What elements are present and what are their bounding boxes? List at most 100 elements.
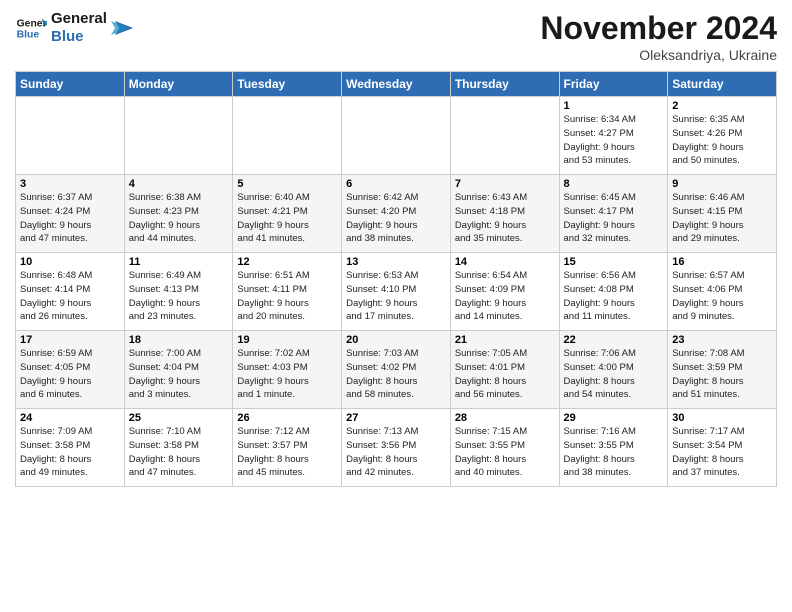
day-number: 23 <box>672 334 772 346</box>
calendar-cell: 20Sunrise: 7:03 AM Sunset: 4:02 PM Dayli… <box>342 331 451 409</box>
week-row-5: 24Sunrise: 7:09 AM Sunset: 3:58 PM Dayli… <box>16 409 777 487</box>
day-detail: Sunrise: 6:49 AM Sunset: 4:13 PM Dayligh… <box>129 269 229 324</box>
day-detail: Sunrise: 6:53 AM Sunset: 4:10 PM Dayligh… <box>346 269 446 324</box>
day-number: 27 <box>346 412 446 424</box>
day-number: 22 <box>564 334 664 346</box>
day-detail: Sunrise: 7:17 AM Sunset: 3:54 PM Dayligh… <box>672 425 772 480</box>
day-number: 1 <box>564 100 664 112</box>
day-number: 29 <box>564 412 664 424</box>
day-detail: Sunrise: 7:10 AM Sunset: 3:58 PM Dayligh… <box>129 425 229 480</box>
calendar-cell: 24Sunrise: 7:09 AM Sunset: 3:58 PM Dayli… <box>16 409 125 487</box>
day-number: 2 <box>672 100 772 112</box>
month-title: November 2024 <box>540 10 777 47</box>
calendar-cell <box>124 97 233 175</box>
day-number: 9 <box>672 178 772 190</box>
logo-general: General <box>51 10 107 28</box>
day-number: 4 <box>129 178 229 190</box>
day-detail: Sunrise: 6:46 AM Sunset: 4:15 PM Dayligh… <box>672 191 772 246</box>
day-detail: Sunrise: 7:12 AM Sunset: 3:57 PM Dayligh… <box>237 425 337 480</box>
week-row-3: 10Sunrise: 6:48 AM Sunset: 4:14 PM Dayli… <box>16 253 777 331</box>
day-detail: Sunrise: 6:56 AM Sunset: 4:08 PM Dayligh… <box>564 269 664 324</box>
day-detail: Sunrise: 6:37 AM Sunset: 4:24 PM Dayligh… <box>20 191 120 246</box>
day-number: 8 <box>564 178 664 190</box>
calendar-cell: 6Sunrise: 6:42 AM Sunset: 4:20 PM Daylig… <box>342 175 451 253</box>
day-number: 20 <box>346 334 446 346</box>
calendar-cell: 8Sunrise: 6:45 AM Sunset: 4:17 PM Daylig… <box>559 175 668 253</box>
calendar-cell: 3Sunrise: 6:37 AM Sunset: 4:24 PM Daylig… <box>16 175 125 253</box>
day-detail: Sunrise: 6:34 AM Sunset: 4:27 PM Dayligh… <box>564 113 664 168</box>
day-detail: Sunrise: 6:40 AM Sunset: 4:21 PM Dayligh… <box>237 191 337 246</box>
calendar-cell: 23Sunrise: 7:08 AM Sunset: 3:59 PM Dayli… <box>668 331 777 409</box>
calendar-cell: 15Sunrise: 6:56 AM Sunset: 4:08 PM Dayli… <box>559 253 668 331</box>
day-number: 30 <box>672 412 772 424</box>
page: General Blue General Blue November 2024 … <box>0 0 792 612</box>
day-number: 18 <box>129 334 229 346</box>
location-subtitle: Oleksandriya, Ukraine <box>540 47 777 63</box>
day-number: 13 <box>346 256 446 268</box>
calendar-cell: 28Sunrise: 7:15 AM Sunset: 3:55 PM Dayli… <box>450 409 559 487</box>
day-number: 6 <box>346 178 446 190</box>
day-detail: Sunrise: 7:05 AM Sunset: 4:01 PM Dayligh… <box>455 347 555 402</box>
day-number: 3 <box>20 178 120 190</box>
week-row-4: 17Sunrise: 6:59 AM Sunset: 4:05 PM Dayli… <box>16 331 777 409</box>
header-row: SundayMondayTuesdayWednesdayThursdayFrid… <box>16 72 777 97</box>
day-detail: Sunrise: 6:51 AM Sunset: 4:11 PM Dayligh… <box>237 269 337 324</box>
day-detail: Sunrise: 6:43 AM Sunset: 4:18 PM Dayligh… <box>455 191 555 246</box>
day-number: 12 <box>237 256 337 268</box>
calendar-cell: 11Sunrise: 6:49 AM Sunset: 4:13 PM Dayli… <box>124 253 233 331</box>
calendar-cell: 1Sunrise: 6:34 AM Sunset: 4:27 PM Daylig… <box>559 97 668 175</box>
calendar-cell <box>342 97 451 175</box>
col-header-thursday: Thursday <box>450 72 559 97</box>
day-number: 15 <box>564 256 664 268</box>
day-detail: Sunrise: 7:08 AM Sunset: 3:59 PM Dayligh… <box>672 347 772 402</box>
calendar-cell: 26Sunrise: 7:12 AM Sunset: 3:57 PM Dayli… <box>233 409 342 487</box>
calendar-cell: 13Sunrise: 6:53 AM Sunset: 4:10 PM Dayli… <box>342 253 451 331</box>
calendar-cell: 30Sunrise: 7:17 AM Sunset: 3:54 PM Dayli… <box>668 409 777 487</box>
day-number: 10 <box>20 256 120 268</box>
week-row-1: 1Sunrise: 6:34 AM Sunset: 4:27 PM Daylig… <box>16 97 777 175</box>
calendar-cell <box>450 97 559 175</box>
calendar-cell <box>233 97 342 175</box>
day-detail: Sunrise: 7:03 AM Sunset: 4:02 PM Dayligh… <box>346 347 446 402</box>
day-detail: Sunrise: 7:16 AM Sunset: 3:55 PM Dayligh… <box>564 425 664 480</box>
calendar-cell: 18Sunrise: 7:00 AM Sunset: 4:04 PM Dayli… <box>124 331 233 409</box>
day-number: 24 <box>20 412 120 424</box>
calendar-cell: 29Sunrise: 7:16 AM Sunset: 3:55 PM Dayli… <box>559 409 668 487</box>
week-row-2: 3Sunrise: 6:37 AM Sunset: 4:24 PM Daylig… <box>16 175 777 253</box>
svg-text:Blue: Blue <box>17 30 40 41</box>
day-detail: Sunrise: 6:38 AM Sunset: 4:23 PM Dayligh… <box>129 191 229 246</box>
day-number: 7 <box>455 178 555 190</box>
day-number: 21 <box>455 334 555 346</box>
day-number: 11 <box>129 256 229 268</box>
day-detail: Sunrise: 6:48 AM Sunset: 4:14 PM Dayligh… <box>20 269 120 324</box>
col-header-friday: Friday <box>559 72 668 97</box>
calendar-table: SundayMondayTuesdayWednesdayThursdayFrid… <box>15 71 777 487</box>
calendar-cell: 27Sunrise: 7:13 AM Sunset: 3:56 PM Dayli… <box>342 409 451 487</box>
logo: General Blue General Blue <box>15 10 133 46</box>
day-detail: Sunrise: 6:45 AM Sunset: 4:17 PM Dayligh… <box>564 191 664 246</box>
col-header-sunday: Sunday <box>16 72 125 97</box>
title-block: November 2024 Oleksandriya, Ukraine <box>540 10 777 63</box>
calendar-cell <box>16 97 125 175</box>
col-header-monday: Monday <box>124 72 233 97</box>
day-number: 19 <box>237 334 337 346</box>
logo-blue: Blue <box>51 28 107 46</box>
calendar-cell: 4Sunrise: 6:38 AM Sunset: 4:23 PM Daylig… <box>124 175 233 253</box>
day-detail: Sunrise: 6:54 AM Sunset: 4:09 PM Dayligh… <box>455 269 555 324</box>
day-detail: Sunrise: 7:15 AM Sunset: 3:55 PM Dayligh… <box>455 425 555 480</box>
day-number: 14 <box>455 256 555 268</box>
day-detail: Sunrise: 7:13 AM Sunset: 3:56 PM Dayligh… <box>346 425 446 480</box>
calendar-cell: 22Sunrise: 7:06 AM Sunset: 4:00 PM Dayli… <box>559 331 668 409</box>
calendar-cell: 7Sunrise: 6:43 AM Sunset: 4:18 PM Daylig… <box>450 175 559 253</box>
header: General Blue General Blue November 2024 … <box>15 10 777 63</box>
col-header-tuesday: Tuesday <box>233 72 342 97</box>
day-number: 5 <box>237 178 337 190</box>
col-header-wednesday: Wednesday <box>342 72 451 97</box>
day-number: 17 <box>20 334 120 346</box>
day-number: 16 <box>672 256 772 268</box>
day-detail: Sunrise: 7:06 AM Sunset: 4:00 PM Dayligh… <box>564 347 664 402</box>
day-number: 25 <box>129 412 229 424</box>
calendar-cell: 12Sunrise: 6:51 AM Sunset: 4:11 PM Dayli… <box>233 253 342 331</box>
calendar-cell: 16Sunrise: 6:57 AM Sunset: 4:06 PM Dayli… <box>668 253 777 331</box>
day-detail: Sunrise: 7:00 AM Sunset: 4:04 PM Dayligh… <box>129 347 229 402</box>
